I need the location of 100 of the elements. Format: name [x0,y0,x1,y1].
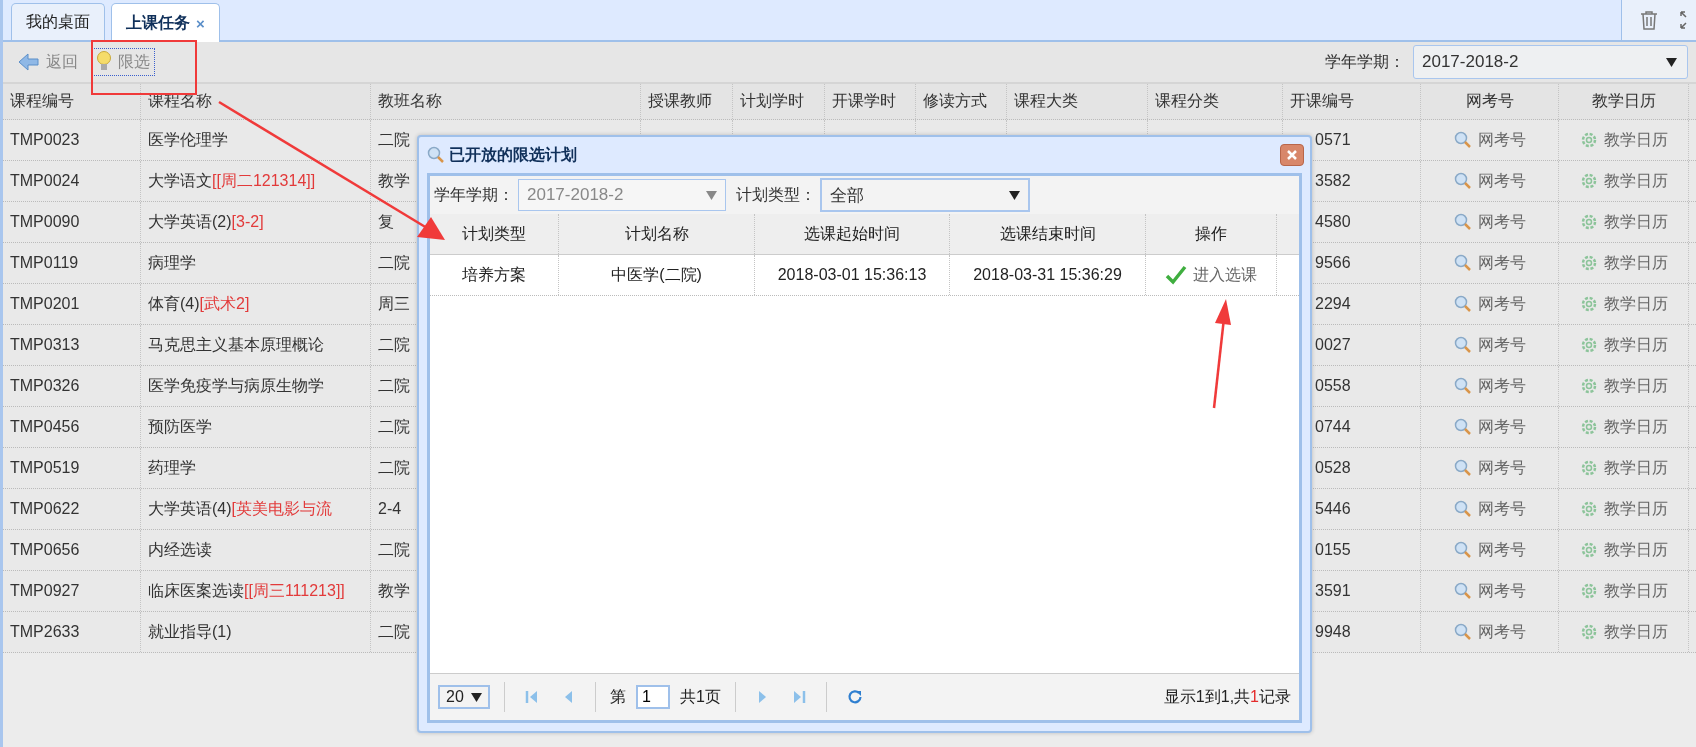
gear-icon [1579,500,1598,518]
caret-icon [471,692,482,702]
table-cell: 2294 [1315,295,1351,313]
table-cell: TMP0119 [3,243,141,283]
column-header: 选课结束时间 [950,214,1146,254]
column-header: 计划名称 [559,214,755,254]
close-icon [1286,149,1298,161]
toolbar-button[interactable]: 返回 [13,48,83,76]
page-size-select[interactable]: 20 [438,685,490,709]
exam-link[interactable]: 网考号 [1453,621,1526,643]
fullscreen-icon[interactable] [1680,11,1690,29]
table-cell: TMP0201 [3,284,141,324]
search-icon [1453,500,1472,518]
table-cell: 9948 [1315,623,1351,641]
gear-icon [1579,459,1598,477]
search-icon [1453,623,1472,641]
table-cell: 体育(4)[武术2] [141,284,371,324]
calendar-link[interactable]: 教学日历 [1579,252,1668,274]
exam-link[interactable]: 网考号 [1453,170,1526,192]
enter-link[interactable]: 进入选课 [1165,264,1257,286]
exam-link[interactable]: 网考号 [1453,498,1526,520]
gear-icon [1579,131,1598,149]
calendar-link[interactable]: 教学日历 [1579,211,1668,233]
column-header: 开课编号 [1283,84,1421,119]
search-icon [1453,336,1472,354]
exam-link[interactable]: 网考号 [1453,539,1526,561]
tab[interactable]: 上课任务 × [111,3,220,42]
exam-link[interactable]: 网考号 [1453,252,1526,274]
exam-link[interactable]: 网考号 [1453,334,1526,356]
table-cell: 中医学(二院) [559,255,755,295]
calendar-link[interactable]: 教学日历 [1579,457,1668,479]
exam-link[interactable]: 网考号 [1453,129,1526,151]
tab[interactable]: 我的桌面 [11,3,105,40]
exam-link[interactable]: 网考号 [1453,375,1526,397]
column-header: 教学日历 [1559,84,1689,119]
calendar-link[interactable]: 教学日历 [1579,621,1668,643]
light-bulb-icon [96,51,112,73]
table-cell: TMP0622 [3,489,141,529]
search-icon [1453,582,1472,600]
exam-link[interactable]: 网考号 [1453,211,1526,233]
gear-icon [1579,172,1598,190]
close-button[interactable] [1280,144,1304,166]
gear-icon [1579,377,1598,395]
table-cell: 0571 [1315,131,1351,149]
page-prefix: 第 [610,686,626,707]
gear-icon [1579,213,1598,231]
gear-icon [1579,295,1598,313]
search-icon [427,146,445,164]
gear-icon [1579,336,1598,354]
calendar-link[interactable]: 教学日历 [1579,334,1668,356]
gear-icon [1579,623,1598,641]
filter-select[interactable]: 全部 [820,178,1030,212]
calendar-link[interactable]: 教学日历 [1579,539,1668,561]
caret-icon [1666,57,1677,67]
table-cell: 0027 [1315,336,1351,354]
page-input[interactable]: 1 [636,685,670,709]
calendar-link[interactable]: 教学日历 [1579,129,1668,151]
table-cell: 医学免疫学与病原生物学 [141,366,371,406]
table-cell: TMP0656 [3,530,141,570]
search-icon [1453,172,1472,190]
column-header: 授课教师 [641,84,733,119]
column-header: 教班名称 [371,84,641,119]
calendar-link[interactable]: 教学日历 [1579,170,1668,192]
close-icon[interactable]: × [196,14,205,32]
exam-link[interactable]: 网考号 [1453,416,1526,438]
search-icon [1453,459,1472,477]
calendar-link[interactable]: 教学日历 [1579,580,1668,602]
refresh-icon[interactable] [846,689,863,705]
table-cell: TMP0023 [3,120,141,160]
table-cell: TMP0927 [3,571,141,611]
calendar-link[interactable]: 教学日历 [1579,375,1668,397]
search-icon [1453,418,1472,436]
table-cell: 4580 [1315,213,1351,231]
exam-link[interactable]: 网考号 [1453,457,1526,479]
table-cell: TMP0024 [3,161,141,201]
gear-icon [1579,418,1598,436]
table-cell: 内经选读 [141,530,371,570]
table-cell: 9566 [1315,254,1351,272]
exam-link[interactable]: 网考号 [1453,580,1526,602]
table-cell: TMP0519 [3,448,141,488]
table-cell: 大学英语(2)[3-2] [141,202,371,242]
table-cell: 0155 [1315,541,1351,559]
toolbar-button[interactable]: 限选 [91,48,155,76]
filter-label: 计划类型： [736,184,816,205]
table-cell: 病理学 [141,243,371,283]
search-icon [1453,254,1472,272]
table-cell: 3582 [1315,172,1351,190]
term-select[interactable]: 2017-2018-2 [1413,45,1688,79]
table-cell: 2018-03-31 15:36:29 [950,255,1146,295]
exam-link[interactable]: 网考号 [1453,293,1526,315]
calendar-link[interactable]: 教学日历 [1579,416,1668,438]
column-header: 修读方式 [916,84,1007,119]
table-cell: TMP0313 [3,325,141,365]
calendar-link[interactable]: 教学日历 [1579,498,1668,520]
calendar-link[interactable]: 教学日历 [1579,293,1668,315]
table-cell: 5446 [1315,500,1351,518]
table-cell: 0528 [1315,459,1351,477]
gear-icon [1579,582,1598,600]
trash-icon[interactable] [1640,10,1658,30]
caret-icon [1009,190,1020,200]
